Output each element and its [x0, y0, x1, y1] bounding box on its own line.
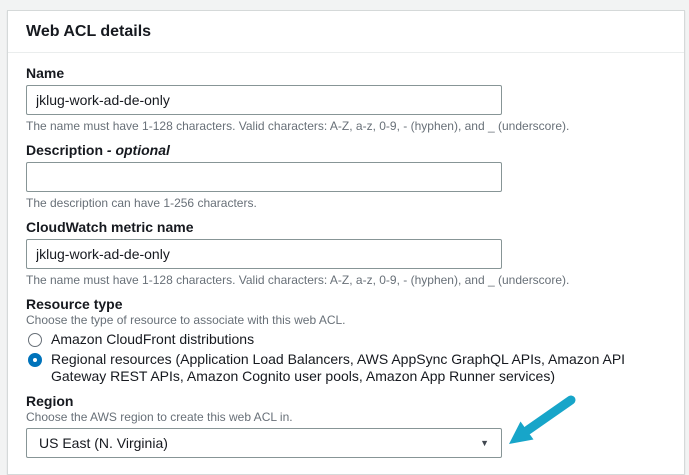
- radio-unchecked-icon[interactable]: [28, 333, 42, 347]
- field-cloudwatch-metric-name: CloudWatch metric name The name must hav…: [26, 219, 666, 288]
- cloudwatch-helper-text: The name must have 1-128 characters. Val…: [26, 273, 666, 288]
- description-label: Description - optional: [26, 142, 666, 158]
- optional-suffix: - optional: [107, 142, 170, 158]
- name-label: Name: [26, 65, 666, 81]
- card-title: Web ACL details: [26, 23, 666, 41]
- name-helper-text: The name must have 1-128 characters. Val…: [26, 119, 666, 134]
- card-header: Web ACL details: [8, 11, 684, 53]
- web-acl-details-card: Web ACL details Name The name must have …: [7, 10, 685, 475]
- field-name: Name The name must have 1-128 characters…: [26, 65, 666, 134]
- radio-option-regional-label: Regional resources (Application Load Bal…: [51, 351, 631, 385]
- field-resource-type: Resource type Choose the type of resourc…: [26, 296, 666, 385]
- resource-type-label: Resource type: [26, 296, 666, 312]
- description-input[interactable]: [26, 162, 502, 192]
- field-description: Description - optional The description c…: [26, 142, 666, 211]
- cloudwatch-metric-name-input[interactable]: [26, 239, 502, 269]
- region-helper-text: Choose the AWS region to create this web…: [26, 410, 666, 425]
- radio-option-cloudfront[interactable]: Amazon CloudFront distributions: [28, 331, 666, 348]
- radio-option-cloudfront-label: Amazon CloudFront distributions: [51, 331, 254, 348]
- description-helper-text: The description can have 1-256 character…: [26, 196, 666, 211]
- resource-type-helper-text: Choose the type of resource to associate…: [26, 313, 666, 328]
- field-region: Region Choose the AWS region to create t…: [26, 393, 666, 458]
- region-select[interactable]: US East (N. Virginia) ▼: [26, 428, 502, 458]
- caret-down-icon: ▼: [480, 439, 489, 448]
- card-body: Name The name must have 1-128 characters…: [8, 53, 684, 474]
- radio-checked-icon[interactable]: [28, 353, 42, 367]
- name-input[interactable]: [26, 85, 502, 115]
- cloudwatch-metric-name-label: CloudWatch metric name: [26, 219, 666, 235]
- region-select-value: US East (N. Virginia): [39, 435, 168, 451]
- radio-option-regional[interactable]: Regional resources (Application Load Bal…: [28, 351, 666, 385]
- region-label: Region: [26, 393, 666, 409]
